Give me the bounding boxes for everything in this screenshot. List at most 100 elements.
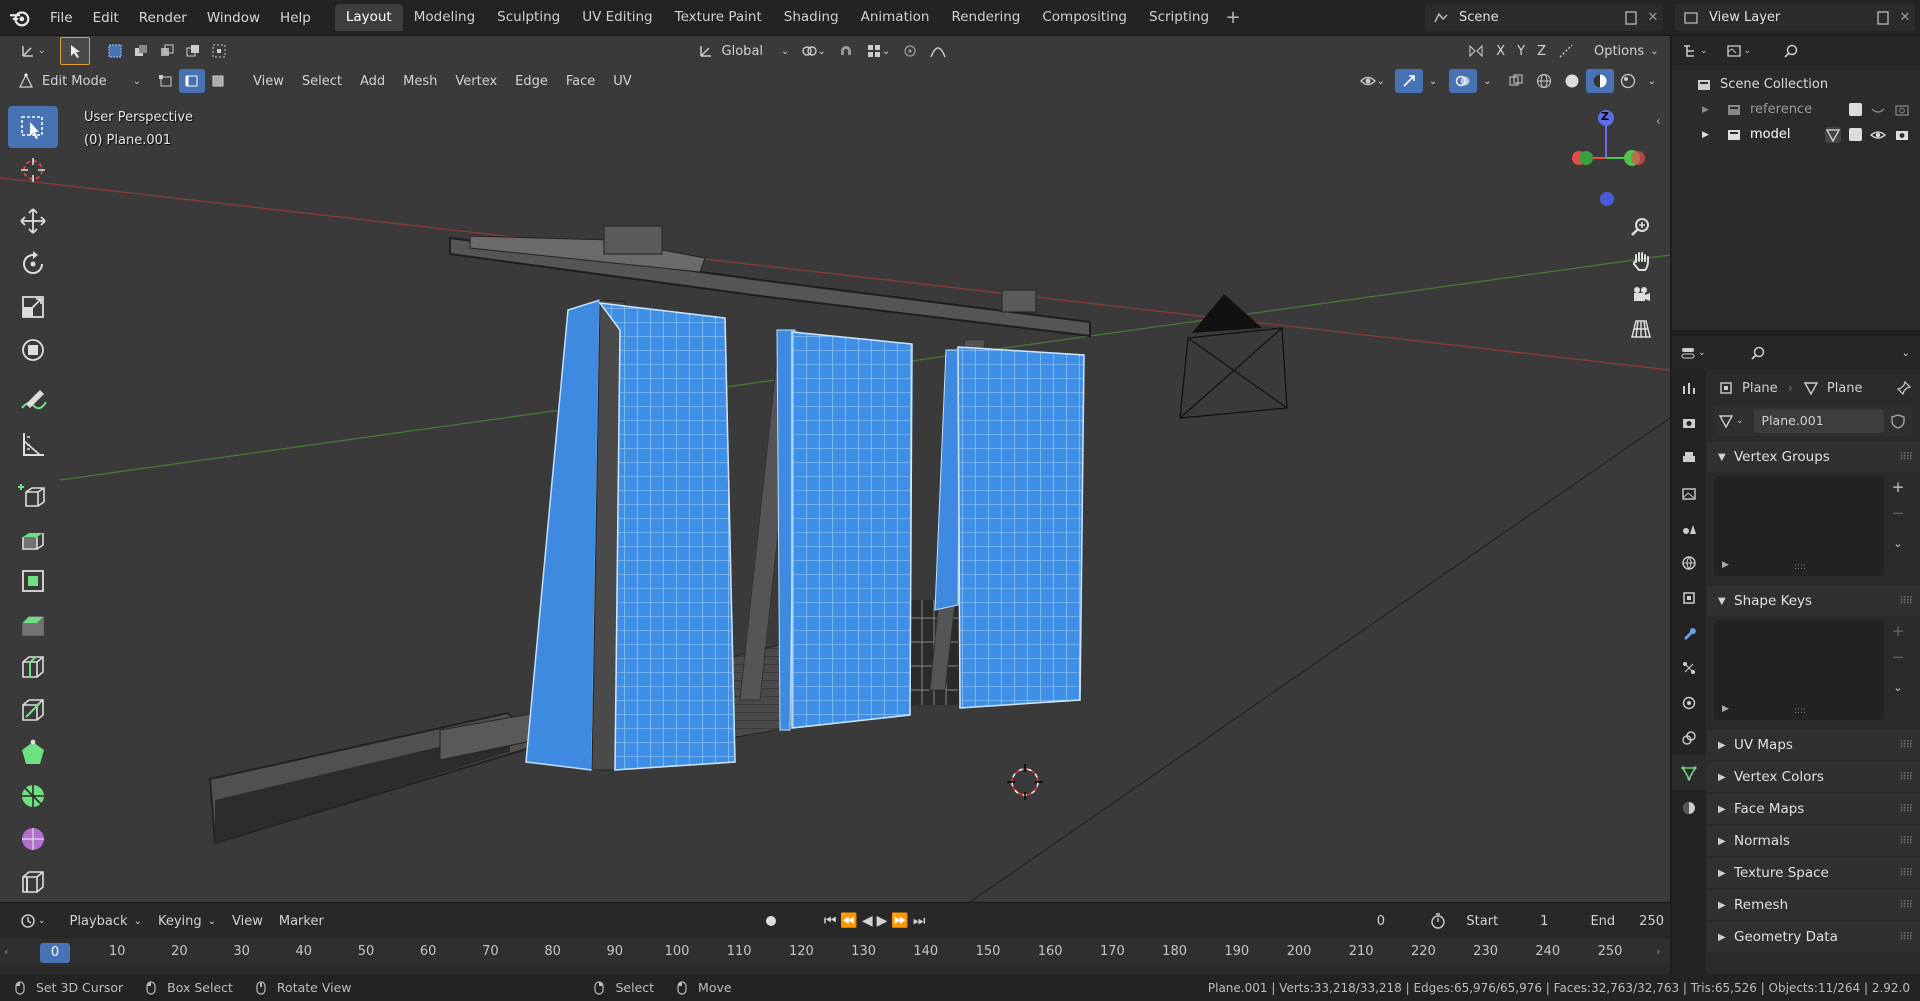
menu-playback[interactable]: Playback ⌄ [64, 909, 148, 933]
jump-end-icon[interactable]: ⏭ [913, 913, 930, 929]
view-layer-selector[interactable]: View Layer ✕ [1675, 4, 1915, 31]
panel-vertex-colors[interactable]: ▶ Vertex Colors ⠿⠿ [1706, 762, 1920, 792]
overlays-dropdown[interactable]: ⌄ [1477, 69, 1497, 93]
tab-scene[interactable] [1672, 510, 1706, 545]
start-frame-field[interactable]: Start 1 [1460, 909, 1554, 933]
overlays-toggle[interactable] [1449, 69, 1478, 93]
tab-modifiers[interactable] [1672, 615, 1706, 650]
tab-tool[interactable] [1672, 370, 1706, 405]
tool-smooth[interactable] [8, 818, 58, 860]
menu-mesh[interactable]: Mesh [397, 69, 443, 93]
preview-range-toggle[interactable] [1424, 909, 1452, 933]
tab-physics[interactable] [1672, 685, 1706, 720]
list-filter-arrow-icon[interactable]: ▶ [1722, 560, 1729, 570]
pin-icon[interactable] [1896, 380, 1912, 396]
expand-arrow-icon[interactable]: ▶ [1702, 105, 1718, 115]
navigation-gizmo[interactable]: Z [1560, 104, 1660, 214]
list-resize-grip[interactable]: :::: [1794, 706, 1806, 716]
transform-orientation-dropdown[interactable]: Global ⌄ [692, 39, 796, 63]
menu-help[interactable]: Help [270, 0, 321, 36]
select-intersect-icon[interactable] [206, 39, 232, 63]
play-reverse-icon[interactable]: ◀ [862, 913, 877, 929]
mesh-name-field[interactable]: Plane.001 [1753, 409, 1884, 433]
tool-inset[interactable] [8, 560, 58, 602]
tool-loop-cut[interactable] [8, 646, 58, 688]
outliner-editor-icon[interactable] [1682, 43, 1698, 59]
menu-edge[interactable]: Edge [509, 69, 554, 93]
new-scene-icon[interactable] [1623, 10, 1639, 26]
tool-edge-slide[interactable] [8, 861, 58, 903]
select-new-icon[interactable] [102, 39, 128, 63]
ruler-scroll-right[interactable]: › [1656, 945, 1660, 958]
mirror-z-toggle[interactable]: Z [1531, 39, 1552, 63]
tool-add-cube[interactable] [8, 474, 58, 516]
menu-marker[interactable]: Marker [273, 909, 330, 933]
panel-vertex-groups[interactable]: ▼ Vertex Groups ⠿⠿ [1706, 442, 1920, 472]
mirror-x-toggle[interactable]: X [1490, 39, 1511, 63]
tab-output[interactable] [1672, 440, 1706, 475]
add-shape-key-button[interactable]: + [1887, 620, 1909, 642]
panel-face-maps[interactable]: ▶ Face Maps ⠿⠿ [1706, 794, 1920, 824]
vertex-groups-list[interactable]: ▶ :::: [1714, 476, 1884, 576]
visibility-dropdown[interactable]: ⌄ [1354, 69, 1390, 93]
tool-knife[interactable] [8, 689, 58, 731]
drag-grip-icon[interactable]: ⠿⠿ [1899, 868, 1913, 879]
fake-user-shield-icon[interactable] [1890, 413, 1906, 429]
shading-wireframe-button[interactable] [1530, 69, 1558, 93]
tool-measure[interactable] [8, 423, 58, 465]
tab-rendering[interactable]: Rendering [940, 4, 1031, 31]
tab-constraints[interactable] [1672, 720, 1706, 755]
end-frame-field[interactable]: End 250 [1584, 909, 1670, 933]
menu-timeline-view[interactable]: View [226, 909, 269, 933]
drag-grip-icon[interactable]: ⠿⠿ [1899, 804, 1913, 815]
new-view-layer-icon[interactable] [1875, 10, 1891, 26]
shading-material-button[interactable] [1585, 69, 1614, 93]
properties-editor-icon[interactable] [1680, 345, 1696, 361]
select-invert-icon[interactable] [180, 39, 206, 63]
edge-select-icon[interactable] [179, 69, 205, 93]
pan-button[interactable] [1624, 244, 1658, 278]
blender-logo-icon[interactable] [0, 0, 40, 36]
remove-shape-key-button[interactable]: − [1887, 646, 1909, 668]
properties-options-icon[interactable]: ⌄ [1902, 348, 1910, 359]
tab-material[interactable] [1672, 790, 1706, 825]
tool-select-box[interactable] [8, 106, 58, 148]
auto-merge-toggle[interactable] [1552, 39, 1580, 63]
hidden-eye-icon[interactable] [1870, 102, 1886, 118]
tool-transform[interactable] [8, 329, 58, 371]
properties-search-icon[interactable] [1750, 345, 1766, 361]
select-subtract-icon[interactable] [154, 39, 180, 63]
menu-add[interactable]: Add [354, 69, 391, 93]
tab-uv-editing[interactable]: UV Editing [571, 4, 663, 31]
eye-icon[interactable] [1870, 127, 1886, 143]
drag-grip-icon[interactable]: ⠿⠿ [1899, 836, 1913, 847]
menu-edit[interactable]: Edit [83, 0, 129, 36]
mesh-data-icon[interactable] [1825, 126, 1841, 143]
xray-toggle[interactable] [1502, 69, 1530, 93]
camera-view-button[interactable] [1624, 278, 1658, 312]
list-filter-arrow-icon[interactable]: ▶ [1722, 704, 1729, 714]
zoom-button[interactable] [1624, 210, 1658, 244]
menu-select[interactable]: Select [296, 69, 348, 93]
tab-view-layer[interactable] [1672, 475, 1706, 510]
drag-grip-icon[interactable]: ⠿⠿ [1899, 772, 1913, 783]
tool-spin[interactable] [8, 775, 58, 817]
ruler-scroll-left[interactable]: ‹ [4, 945, 8, 958]
outliner-scene-collection[interactable]: Scene Collection [1672, 72, 1920, 97]
list-resize-grip[interactable]: :::: [1794, 562, 1806, 572]
tool-scale[interactable] [8, 286, 58, 328]
snap-target-dropdown[interactable]: ⌄ [860, 39, 896, 63]
mode-dropdown[interactable]: Edit Mode ⌄ [12, 69, 147, 93]
panel-texture-space[interactable]: ▶ Texture Space ⠿⠿ [1706, 858, 1920, 888]
menu-vertex[interactable]: Vertex [449, 69, 503, 93]
shading-dropdown[interactable]: ⌄ [1642, 69, 1662, 93]
display-mode-icon[interactable] [1726, 43, 1742, 59]
tool-poly-build[interactable] [8, 732, 58, 774]
auto-keying-toggle[interactable] [760, 909, 782, 933]
vertex-group-specials-button[interactable]: ⌄ [1887, 532, 1909, 554]
panel-shape-keys[interactable]: ▼ Shape Keys ⠿⠿ [1706, 586, 1920, 616]
proportional-edit-toggle[interactable] [896, 39, 924, 63]
shading-solid-button[interactable] [1558, 69, 1586, 93]
tool-extrude[interactable] [8, 517, 58, 559]
timeline-ruler[interactable]: ‹ 0 10 20 30 40 50 60 70 80 90 100 110 120 130 140 150… [0, 939, 1670, 967]
